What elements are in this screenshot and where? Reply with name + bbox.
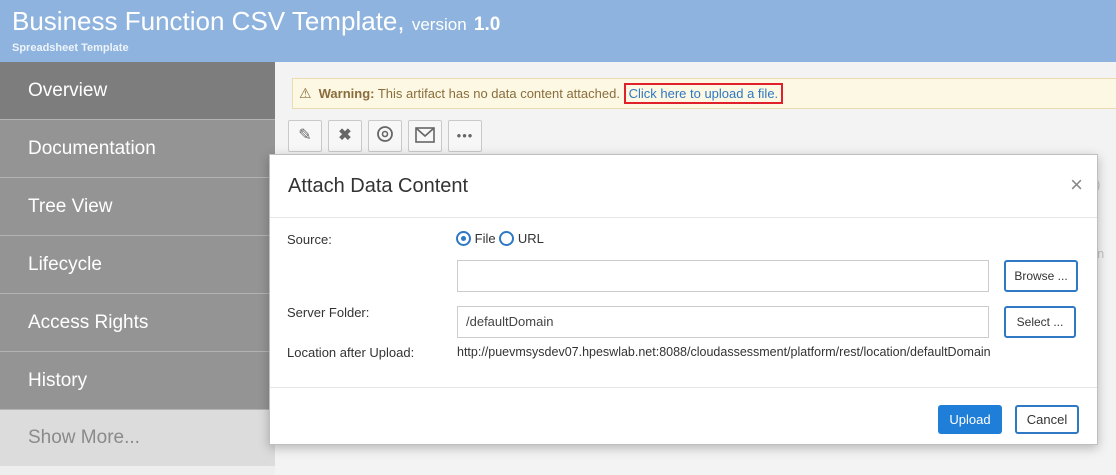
- close-dialog-button[interactable]: ×: [1070, 174, 1083, 196]
- location-url: http://puevmsysdev07.hpeswlab.net:8088/c…: [457, 345, 991, 359]
- url-radio[interactable]: [499, 231, 515, 246]
- version-number: 1.0: [473, 14, 501, 35]
- file-radio[interactable]: [456, 231, 471, 246]
- upload-button[interactable]: Upload: [938, 405, 1002, 434]
- close-icon[interactable]: ✖: [328, 120, 362, 152]
- file-radio-label: File: [474, 231, 496, 246]
- browse-button[interactable]: Browse ...: [1004, 260, 1078, 292]
- cancel-button[interactable]: Cancel: [1015, 405, 1079, 434]
- file-path-input[interactable]: [457, 260, 989, 292]
- sidebar-item-documentation[interactable]: Documentation: [0, 120, 275, 178]
- attach-data-content-dialog: Attach Data Content × Source: File URL B…: [269, 154, 1098, 445]
- sidebar: Overview Documentation Tree View Lifecyc…: [0, 62, 275, 475]
- sidebar-item-show-more[interactable]: Show More...: [0, 410, 275, 466]
- select-folder-button[interactable]: Select ...: [1004, 306, 1076, 338]
- warning-prefix: Warning:: [318, 86, 375, 101]
- artifact-type: Spreadsheet Template: [12, 42, 129, 54]
- source-options: File URL: [456, 231, 544, 246]
- dialog-title: Attach Data Content: [288, 175, 469, 197]
- version-label: version: [411, 15, 467, 34]
- page-header: Business Function CSV Template, version …: [0, 0, 1116, 62]
- warning-icon: ⚠: [299, 85, 312, 101]
- pencil-icon[interactable]: ✎: [288, 120, 322, 152]
- dialog-footer: Upload Cancel: [270, 388, 1097, 444]
- server-folder-input[interactable]: /defaultDomain: [457, 306, 989, 338]
- dialog-header: Attach Data Content ×: [270, 155, 1097, 218]
- sidebar-item-history[interactable]: History: [0, 352, 275, 410]
- sidebar-item-lifecycle[interactable]: Lifecycle: [0, 236, 275, 294]
- source-label: Source:: [287, 232, 332, 247]
- page-title: Business Function CSV Template, version …: [12, 6, 500, 40]
- more-icon[interactable]: •••: [448, 120, 482, 152]
- server-folder-label: Server Folder:: [287, 305, 370, 320]
- warning-text: This artifact has no data content attach…: [374, 86, 620, 101]
- compass-icon[interactable]: [368, 120, 402, 152]
- upload-file-link[interactable]: Click here to upload a file.: [623, 83, 784, 104]
- url-radio-label: URL: [517, 231, 544, 246]
- envelope-icon[interactable]: [408, 120, 442, 152]
- sidebar-item-overview[interactable]: Overview: [0, 62, 275, 120]
- sidebar-item-tree-view[interactable]: Tree View: [0, 178, 275, 236]
- location-label: Location after Upload:: [287, 345, 415, 360]
- sidebar-item-access-rights[interactable]: Access Rights: [0, 294, 275, 352]
- artifact-name: Business Function CSV Template,: [12, 6, 405, 36]
- warning-banner: ⚠ Warning: This artifact has no data con…: [292, 78, 1116, 109]
- dialog-body: Source: File URL Browse ... Server Folde…: [270, 218, 1097, 388]
- background-text-fragment: n: [1097, 246, 1105, 261]
